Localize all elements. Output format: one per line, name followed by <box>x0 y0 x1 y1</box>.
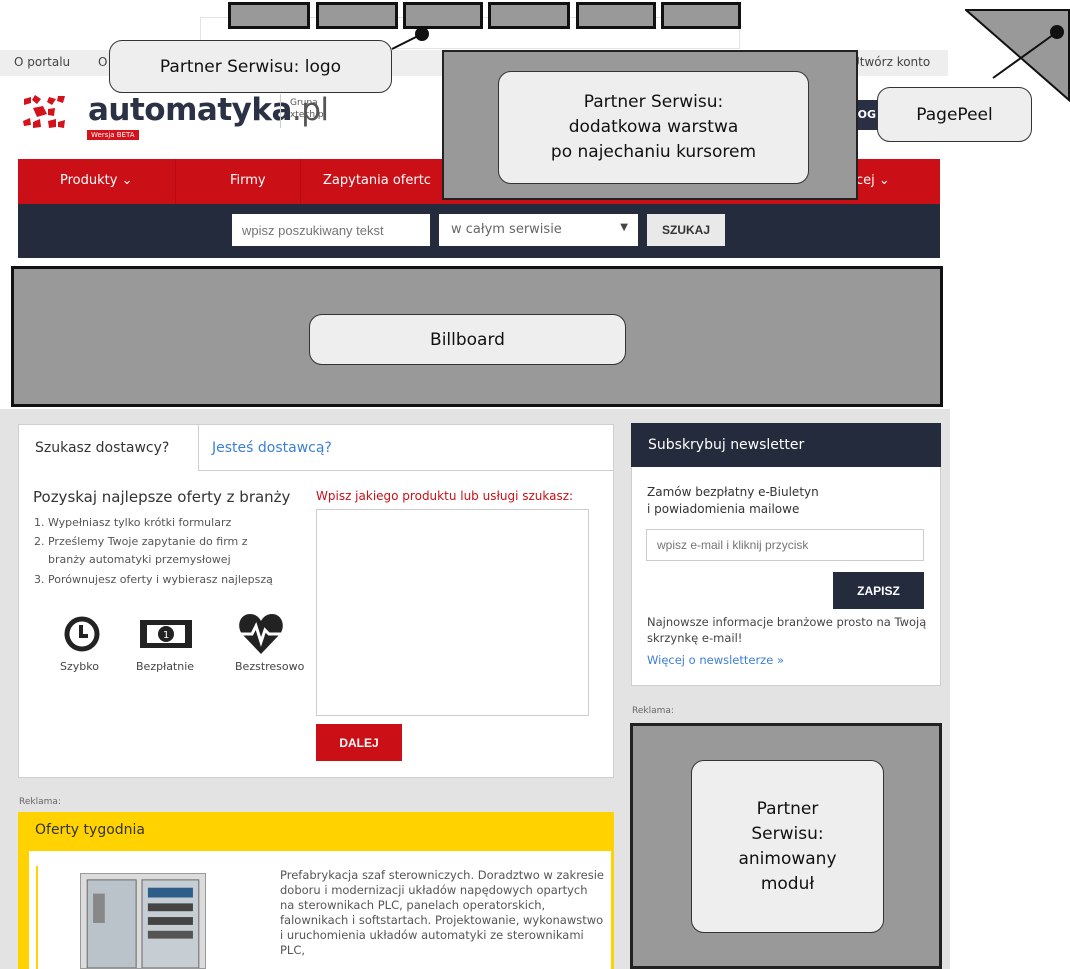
clock-icon <box>64 616 100 652</box>
logo-callout: Partner Serwisu: logo <box>109 40 392 93</box>
tab-szukasz-dostawcy[interactable]: Szukasz dostawcy? <box>20 425 199 471</box>
partner-logo-slot[interactable] <box>661 2 741 29</box>
next-button[interactable]: DALEJ <box>316 724 402 761</box>
tab-jestes-dostawca[interactable]: Jesteś dostawcą? <box>212 440 332 456</box>
feature-label: Szybko <box>60 660 99 673</box>
nav-item-produkty[interactable]: Produkty ⌄ <box>60 173 132 188</box>
newsletter-title: Subskrybuj newsletter <box>631 423 941 467</box>
logo-icon[interactable] <box>21 95 66 132</box>
svg-text:1: 1 <box>163 630 169 641</box>
heart-pulse-icon <box>239 614 283 654</box>
newsletter-more-link[interactable]: Więcej o newsletterze » <box>647 653 784 667</box>
step-item: 3. Porównujesz oferty i wybierasz najlep… <box>34 573 273 586</box>
partner-logo-slot[interactable] <box>228 2 310 29</box>
step-item: 1. Wypełniasz tylko krótki formularz <box>34 516 232 529</box>
animated-module-callout: Partner Serwisu: animowany moduł <box>691 760 884 933</box>
feature-label: Bezpłatnie <box>136 660 195 673</box>
email-field[interactable] <box>646 529 924 561</box>
step-item: 2. Prześlemy Twoje zapytanie do firm z <box>34 535 248 548</box>
callout-pointer-icon <box>391 27 429 50</box>
billboard-callout: Billboard <box>309 314 626 365</box>
nav-item-zapytania[interactable]: Zapytania ofertc <box>323 173 431 188</box>
divider <box>300 159 301 204</box>
nav-item-wiecej[interactable]: cej ⌄ <box>856 173 890 188</box>
search-scope-select[interactable]: w całym serwisie ▼ <box>439 214 638 246</box>
search-scope-value: w całym serwisie <box>451 222 562 237</box>
partner-logo-slot[interactable] <box>576 2 656 29</box>
weekly-offers-title: Oferty tygodnia <box>35 822 145 838</box>
step-item: branży automatyki przemysłowej <box>48 553 231 566</box>
group-label[interactable]: Grupa xtech.pl <box>290 97 326 121</box>
form-heading: Pozyskaj najlepsze oferty z branży <box>33 488 291 506</box>
create-account-link[interactable]: Utwórz konto <box>851 55 930 69</box>
nav-item-firmy[interactable]: Firmy <box>230 173 266 188</box>
subscribe-button[interactable]: ZAPISZ <box>833 572 924 609</box>
pagepeel-callout: PagePeel <box>877 87 1032 142</box>
banknote-icon: 1 <box>140 620 192 648</box>
divider <box>175 159 176 204</box>
newsletter-info: Najnowsze informacje branżowe prosto na … <box>647 615 927 645</box>
control-cabinet-image[interactable] <box>80 873 206 969</box>
about-link[interactable]: O portalu <box>14 55 70 69</box>
question-label: Wpisz jakiego produktu lub usługi szukas… <box>316 489 574 503</box>
offer-description: Prefabrykacja szaf sterowniczych. Doradz… <box>280 868 605 957</box>
divider <box>199 470 613 471</box>
search-input[interactable] <box>232 214 430 246</box>
feature-label: Bezstresowo <box>235 660 305 673</box>
newsletter-description: Zamów bezpłatny e-Biuletyn i powiadomien… <box>647 485 819 516</box>
divider <box>280 94 281 128</box>
dropdown-arrow-icon: ▼ <box>620 222 628 233</box>
beta-badge: Wersja BETA <box>87 130 139 140</box>
ad-label: Reklama: <box>19 797 61 807</box>
partner-logo-slot[interactable] <box>488 2 570 29</box>
topbar-link[interactable]: O <box>98 55 107 69</box>
search-button[interactable]: SZUKAJ <box>647 214 725 246</box>
question-textarea[interactable] <box>316 509 589 716</box>
hover-layer-callout: Partner Serwisu: dodatkowa warstwa po na… <box>498 71 809 184</box>
offer-accent <box>36 866 38 969</box>
ad-label: Reklama: <box>632 706 674 716</box>
